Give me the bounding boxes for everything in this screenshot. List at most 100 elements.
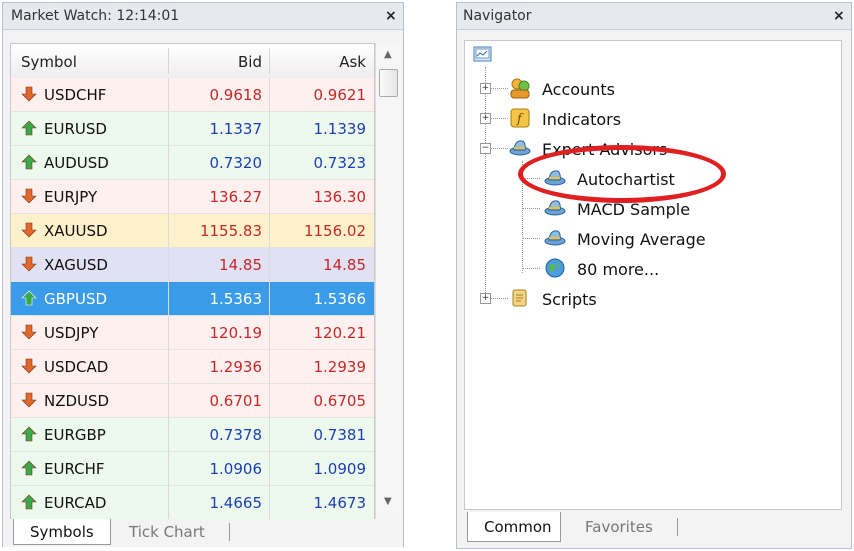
- table-row[interactable]: USDCHF 0.9618 0.9621: [11, 78, 374, 112]
- arrow-up-icon: [21, 290, 37, 306]
- column-divider: [269, 112, 270, 145]
- column-divider: [168, 146, 169, 179]
- arrow-up-icon: [21, 494, 37, 510]
- table-header: Symbol Bid Ask: [11, 44, 374, 79]
- tab-common-label: Common: [484, 518, 552, 536]
- column-divider: [168, 180, 169, 213]
- table-row[interactable]: USDCAD 1.2936 1.2939: [11, 350, 374, 384]
- scroll-down-icon[interactable]: ▼: [384, 496, 392, 507]
- close-icon[interactable]: ×: [833, 8, 845, 24]
- bid-cell: 0.6701: [209, 392, 263, 410]
- table-row[interactable]: EURUSD 1.1337 1.1339: [11, 112, 374, 146]
- column-divider: [269, 452, 270, 485]
- ask-cell: 1156.02: [303, 222, 366, 240]
- bid-cell: 1.4665: [209, 494, 263, 512]
- expand-indicators-icon[interactable]: +: [480, 113, 491, 124]
- ask-cell: 14.85: [323, 256, 366, 274]
- tree-label-moving-average: Moving Average: [577, 230, 706, 249]
- market-watch-titlebar: Market Watch: 12:14:01 ×: [3, 3, 403, 30]
- close-icon[interactable]: ×: [385, 8, 397, 24]
- scripts-scroll-icon: [512, 289, 527, 307]
- table-row[interactable]: EURCHF 1.0906 1.0909: [11, 452, 374, 486]
- column-divider: [269, 350, 270, 383]
- market-watch-title: Market Watch: 12:14:01: [11, 8, 180, 24]
- tree-label-macd-sample: MACD Sample: [577, 200, 691, 219]
- arrow-down-icon: [21, 188, 37, 204]
- symbol-cell: XAUUSD: [44, 222, 108, 240]
- arrow-up-icon: [21, 426, 37, 442]
- bid-cell: 1.1337: [209, 120, 263, 138]
- column-divider: [168, 384, 169, 417]
- bid-cell: 14.85: [219, 256, 262, 274]
- column-divider: [168, 316, 169, 349]
- expand-scripts-icon[interactable]: +: [480, 293, 491, 304]
- arrow-down-icon: [21, 324, 37, 340]
- table-row[interactable]: EURGBP 0.7378 0.7381: [11, 418, 374, 452]
- table-row[interactable]: USDJPY 120.19 120.21: [11, 316, 374, 350]
- highlight-circle: [518, 145, 726, 203]
- tree-label-more: 80 more...: [577, 260, 660, 279]
- arrow-down-icon: [21, 392, 37, 408]
- terminal-root-icon[interactable]: [473, 45, 493, 65]
- navigator-titlebar: Navigator ×: [457, 3, 851, 30]
- header-divider: [168, 48, 169, 74]
- table-row[interactable]: XAGUSD 14.85 14.85: [11, 248, 374, 282]
- navigator-tabs: Common Favorites: [457, 512, 851, 546]
- tree-line: [522, 208, 540, 209]
- scroll-up-icon[interactable]: ▲: [384, 49, 392, 60]
- column-divider: [269, 180, 270, 213]
- ask-cell: 120.21: [313, 324, 367, 342]
- column-divider: [168, 452, 169, 485]
- collapse-expert-advisors-icon[interactable]: −: [480, 143, 491, 154]
- bid-cell: 1155.83: [199, 222, 262, 240]
- scrollbar-thumb[interactable]: [379, 69, 398, 97]
- table-row[interactable]: EURJPY 136.27 136.30: [11, 180, 374, 214]
- tab-common[interactable]: Common: [467, 512, 561, 542]
- tab-symbols[interactable]: Symbols: [13, 519, 111, 545]
- bid-cell: 1.5363: [209, 290, 263, 308]
- navigator-title: Navigator: [463, 8, 532, 24]
- table-row[interactable]: AUDUSD 0.7320 0.7323: [11, 146, 374, 180]
- tab-symbols-label: Symbols: [30, 523, 94, 541]
- symbol-cell: AUDUSD: [44, 154, 109, 172]
- market-watch-tabs: Symbols Tick Chart: [3, 519, 403, 547]
- column-divider: [269, 78, 270, 111]
- tree-label-scripts: Scripts: [542, 290, 597, 309]
- header-divider: [269, 48, 270, 74]
- bid-cell: 0.7320: [209, 154, 263, 172]
- bid-cell: 0.9618: [209, 86, 263, 104]
- column-header-bid[interactable]: Bid: [238, 53, 262, 71]
- indicators-icon: f: [510, 108, 530, 128]
- ask-cell: 136.30: [313, 188, 367, 206]
- tab-divider: [229, 523, 230, 541]
- expert-advisor-hat-icon: [509, 140, 531, 156]
- ask-cell: 1.1339: [313, 120, 367, 138]
- table-row[interactable]: GBPUSD 1.5363 1.5366: [11, 282, 374, 316]
- expert-advisor-hat-icon: [544, 230, 566, 246]
- ask-cell: 1.2939: [313, 358, 367, 376]
- symbol-cell: EURCAD: [44, 494, 107, 512]
- column-header-symbol[interactable]: Symbol: [21, 53, 77, 71]
- tab-favorites[interactable]: Favorites: [585, 518, 653, 536]
- expand-accounts-icon[interactable]: +: [480, 83, 491, 94]
- symbols-table: Symbol Bid Ask USDCHF 0.9618 0.9621 EURUSD 1…: [10, 43, 375, 521]
- navigator-tree: + + − + Accounts f Indicators Expert Adv…: [464, 40, 842, 510]
- tree-line: [490, 148, 508, 149]
- ask-cell: 1.0909: [313, 460, 367, 478]
- tab-divider: [677, 518, 678, 536]
- table-row[interactable]: NZDUSD 0.6701 0.6705: [11, 384, 374, 418]
- tree-line: [522, 268, 540, 269]
- tab-tick-chart[interactable]: Tick Chart: [129, 523, 205, 541]
- column-divider: [168, 214, 169, 247]
- column-divider: [269, 282, 270, 315]
- column-header-ask[interactable]: Ask: [339, 53, 366, 71]
- column-divider: [269, 316, 270, 349]
- accounts-icon: [510, 78, 530, 99]
- vertical-scrollbar[interactable]: ▲ ▼: [375, 43, 401, 521]
- ask-cell: 1.4673: [313, 494, 367, 512]
- tree-line: [490, 298, 508, 299]
- column-divider: [168, 248, 169, 281]
- table-row[interactable]: XAUUSD 1155.83 1156.02: [11, 214, 374, 248]
- table-row[interactable]: EURCAD 1.4665 1.4673: [11, 486, 374, 520]
- symbol-cell: GBPUSD: [44, 290, 108, 308]
